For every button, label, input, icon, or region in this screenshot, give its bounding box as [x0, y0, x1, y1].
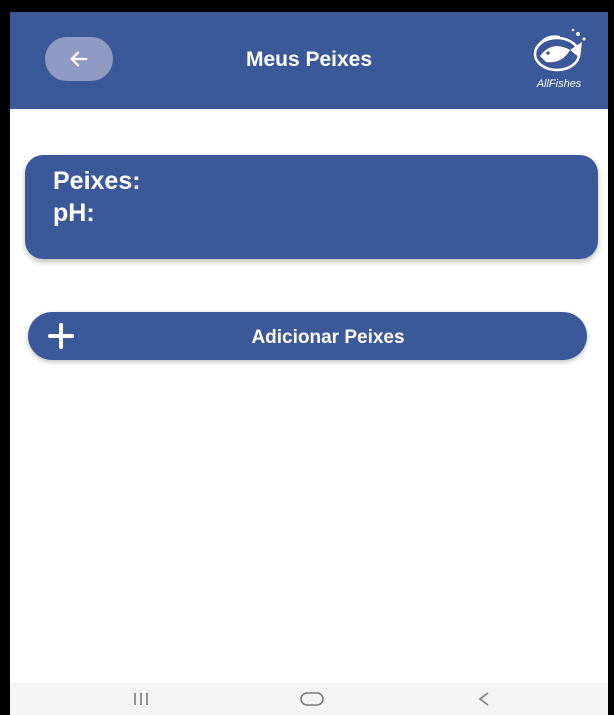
aquarium-info-card: Peixes: pH: — [25, 155, 598, 259]
app-logo: AllFishes — [526, 26, 592, 90]
fishes-label: Peixes: — [53, 167, 141, 195]
ph-label: pH: — [53, 199, 95, 227]
add-fishes-label: Adicionar Peixes — [251, 327, 405, 348]
logo-text: AllFishes — [536, 78, 582, 90]
screen-border-right — [608, 0, 614, 715]
add-fishes-button[interactable]: Adicionar Peixes — [28, 312, 587, 360]
home-button[interactable] — [299, 691, 325, 712]
screen-border-left — [0, 0, 10, 715]
app-screen: Meus Peixes AllFishes Peixes: pH: Adicio… — [0, 0, 614, 715]
recent-apps-icon — [134, 693, 148, 705]
screen-border-top — [0, 0, 614, 12]
recent-apps-button[interactable] — [132, 691, 150, 712]
fish-logo-icon — [533, 28, 586, 72]
app-header: Meus Peixes AllFishes — [10, 12, 608, 109]
system-navigation-bar — [10, 683, 608, 715]
home-icon — [300, 692, 324, 706]
page-title: Meus Peixes — [245, 48, 373, 71]
nav-back-button[interactable] — [477, 691, 491, 712]
nav-back-icon — [478, 692, 489, 706]
